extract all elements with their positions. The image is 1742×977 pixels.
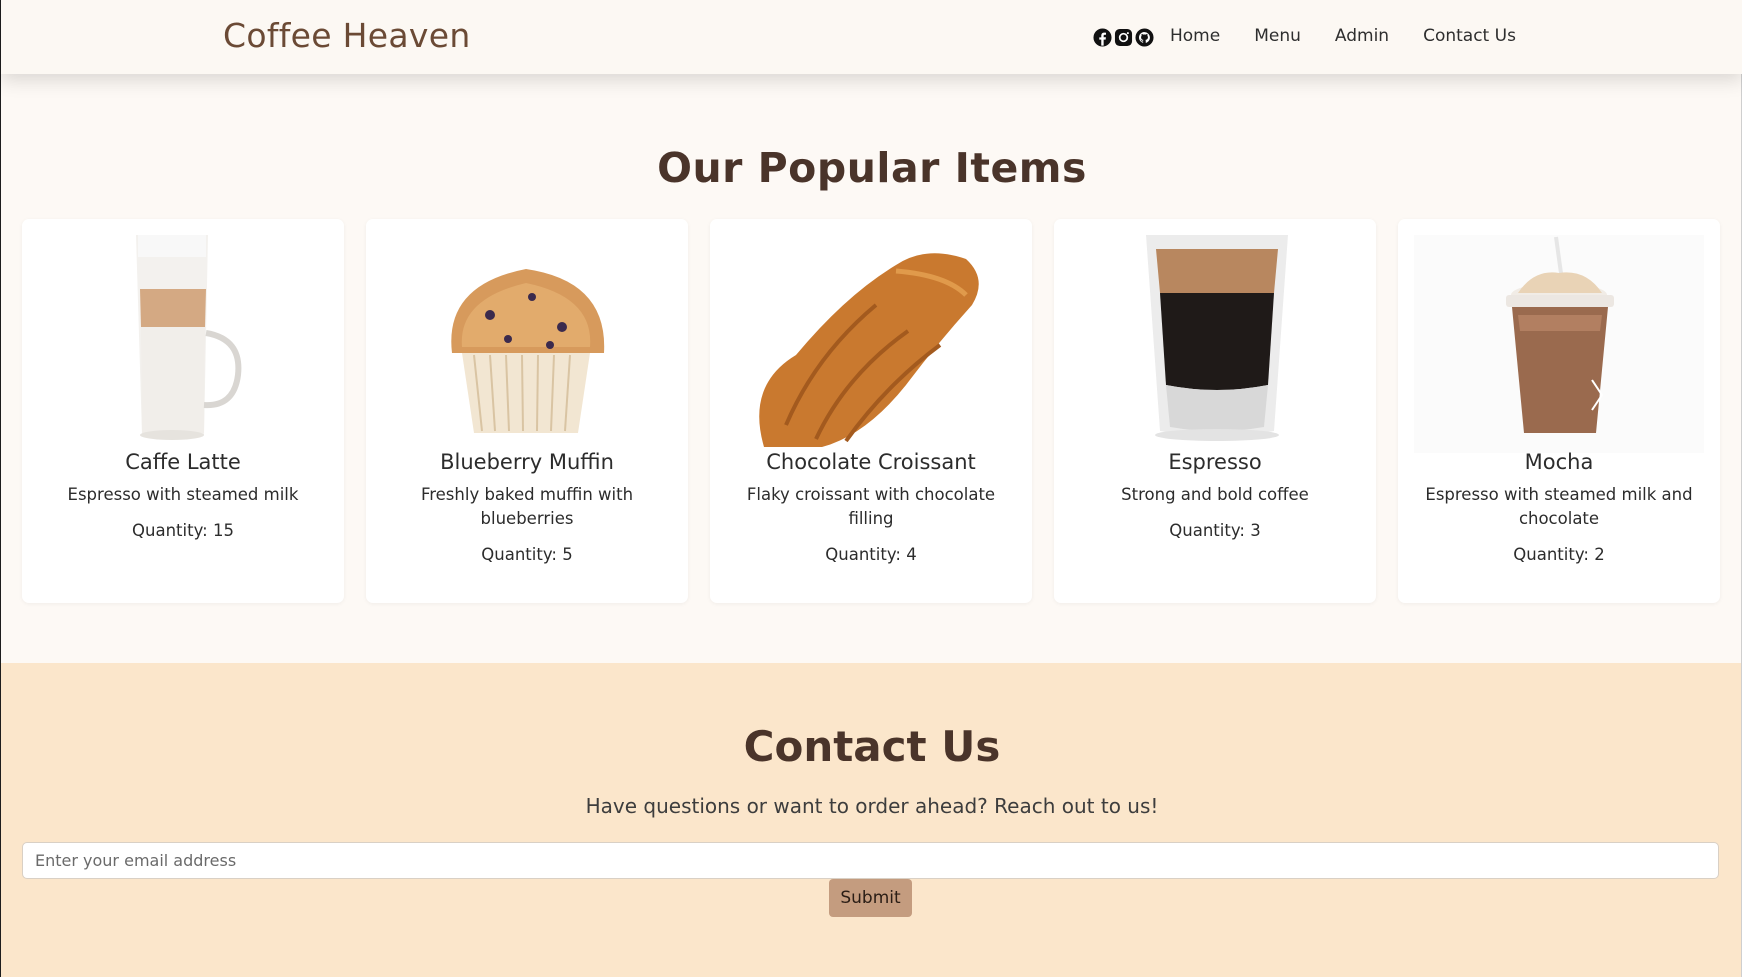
- email-input[interactable]: [22, 842, 1719, 879]
- contact-section: Contact Us Have questions or want to ord…: [1, 663, 1742, 977]
- nav-link-home[interactable]: Home: [1170, 26, 1220, 46]
- contact-subtitle: Have questions or want to order ahead? R…: [585, 794, 1159, 818]
- product-description: Espresso with steamed milk: [67, 485, 299, 504]
- product-description: Strong and bold coffee: [1121, 485, 1309, 504]
- product-name: Mocha: [1524, 450, 1594, 474]
- product-card-body: Blueberry Muffin Freshly baked muffin wi…: [366, 450, 688, 564]
- nav-link-contact-us[interactable]: Contact Us: [1423, 26, 1516, 46]
- product-card-body: Caffe Latte Espresso with steamed milk Q…: [22, 450, 344, 540]
- page: Coffee Heaven Home Menu Admin Contact Us: [0, 0, 1742, 977]
- product-quantity: Quantity: 2: [1513, 545, 1605, 564]
- product-quantity: Quantity: 4: [825, 545, 917, 564]
- product-card: Mocha Espresso with steamed milk and cho…: [1398, 219, 1720, 603]
- submit-button[interactable]: Submit: [829, 879, 912, 917]
- product-quantity: Quantity: 5: [481, 545, 573, 564]
- mocha-cup-image: [1414, 235, 1704, 453]
- product-quantity: Quantity: 15: [132, 521, 234, 540]
- brand-logo-text[interactable]: Coffee Heaven: [223, 16, 471, 55]
- popular-items-title: Our Popular Items: [657, 144, 1087, 192]
- main-nav: Home Menu Admin Contact Us: [1170, 26, 1550, 46]
- product-quantity: Quantity: 3: [1169, 521, 1261, 540]
- product-card: Espresso Strong and bold coffee Quantity…: [1054, 219, 1376, 603]
- navbar: Coffee Heaven Home Menu Admin Contact Us: [1, 0, 1742, 74]
- muffin-image: [382, 235, 672, 453]
- product-name: Chocolate Croissant: [766, 450, 976, 474]
- instagram-icon[interactable]: [1114, 28, 1133, 47]
- product-card: Caffe Latte Espresso with steamed milk Q…: [22, 219, 344, 603]
- product-card-body: Chocolate Croissant Flaky croissant with…: [710, 450, 1032, 564]
- product-description: Flaky croissant with chocolate filling: [746, 485, 996, 528]
- github-icon[interactable]: [1135, 28, 1154, 47]
- product-card-body: Espresso Strong and bold coffee Quantity…: [1054, 450, 1376, 540]
- nav-link-menu[interactable]: Menu: [1254, 26, 1301, 46]
- product-card: Blueberry Muffin Freshly baked muffin wi…: [366, 219, 688, 603]
- product-description: Espresso with steamed milk and chocolate: [1425, 485, 1693, 528]
- croissant-image: [726, 235, 1016, 453]
- latte-glass-image: [38, 235, 328, 453]
- product-card: Chocolate Croissant Flaky croissant with…: [710, 219, 1032, 603]
- product-name: Caffe Latte: [125, 450, 241, 474]
- espresso-glass-image: [1070, 235, 1360, 453]
- facebook-icon[interactable]: [1093, 28, 1112, 47]
- contact-title: Contact Us: [743, 722, 1001, 771]
- product-name: Blueberry Muffin: [440, 450, 614, 474]
- nav-link-admin[interactable]: Admin: [1335, 26, 1389, 46]
- product-name: Espresso: [1168, 450, 1262, 474]
- social-links: [1093, 28, 1154, 47]
- product-card-body: Mocha Espresso with steamed milk and cho…: [1398, 450, 1720, 564]
- popular-items-carousel: Caffe Latte Espresso with steamed milk Q…: [22, 219, 1720, 603]
- product-description: Freshly baked muffin with blueberries: [420, 485, 634, 528]
